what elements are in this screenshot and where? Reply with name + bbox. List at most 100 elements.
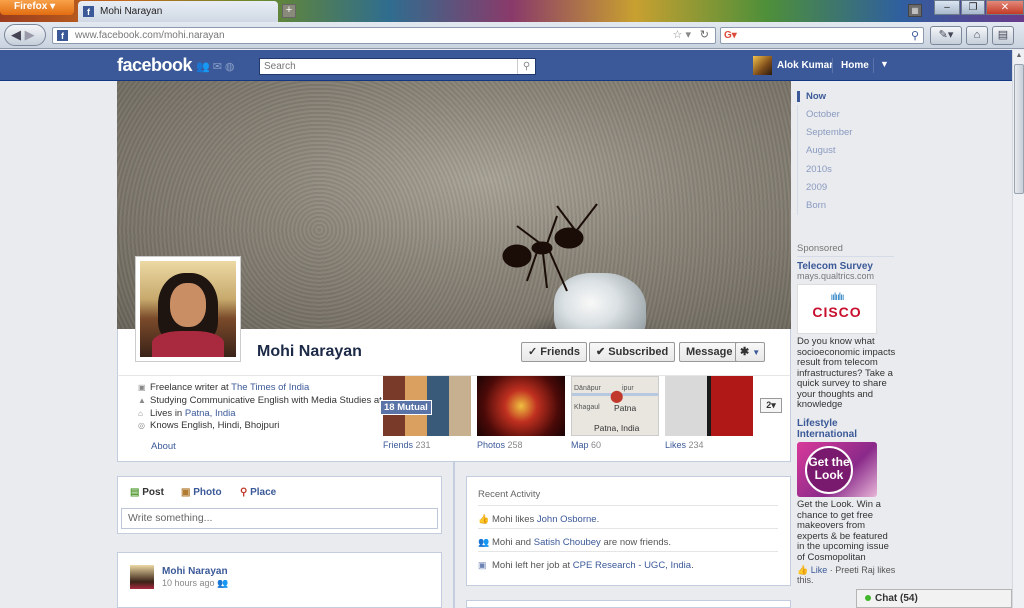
- like-thumb-icon: 👍: [797, 565, 809, 575]
- site-identity-icon: f: [57, 30, 68, 41]
- browser-tab[interactable]: f Mohi Narayan: [78, 1, 278, 22]
- recent-activity-title: Recent Activity: [478, 489, 541, 500]
- globe-icon: ◎: [138, 421, 145, 430]
- home-icon[interactable]: ⌂: [966, 26, 988, 45]
- back-arrow-icon[interactable]: ◀: [11, 27, 21, 42]
- timeline-nav-item[interactable]: 2009: [806, 182, 827, 193]
- map-pin-icon: ⬤: [610, 389, 624, 403]
- search-icon[interactable]: ⚲: [911, 29, 919, 42]
- mutual-friends-badge[interactable]: 18 Mutual: [380, 400, 432, 415]
- addon-pencil-button[interactable]: ✎▾: [930, 26, 962, 45]
- place-pin-icon: ⚲: [240, 487, 248, 498]
- story-timestamp[interactable]: 10 hours ago 👥: [162, 578, 228, 589]
- timeline-nav-item[interactable]: August: [806, 145, 836, 156]
- minimize-button[interactable]: –: [934, 0, 960, 15]
- timeline-spine: [453, 462, 455, 608]
- map-tile[interactable]: Dānāpur ipur Khagaul Patna ⬤ Patna, Indi…: [571, 376, 659, 436]
- timeline-nav-item[interactable]: 2010s: [806, 164, 832, 175]
- likes-tile[interactable]: [665, 376, 753, 436]
- ant-image: [502, 203, 598, 292]
- timeline-story: Mohi Narayan 10 hours ago 👥: [117, 552, 442, 608]
- more-tiles-button[interactable]: 2▾: [760, 398, 782, 413]
- notifications-globe-icon[interactable]: ◍: [225, 61, 238, 73]
- subscribed-button[interactable]: ✔ Subscribed: [589, 342, 676, 362]
- composer-tab-place[interactable]: ⚲ Place: [240, 487, 276, 498]
- scroll-up-icon[interactable]: ▲: [1014, 52, 1024, 62]
- page-scrollbar[interactable]: ▲: [1012, 50, 1024, 608]
- firefox-menu-button[interactable]: Firefox ▾: [0, 0, 74, 15]
- scroll-thumb[interactable]: [1014, 64, 1024, 194]
- likes-tile-label[interactable]: Likes 234: [665, 440, 704, 450]
- message-button[interactable]: Message: [679, 342, 740, 362]
- info-study: ▲ Studying Communicative English with Med…: [138, 395, 393, 406]
- graduation-cap-icon: ▲: [138, 396, 146, 405]
- activity-link[interactable]: John Osborne: [537, 514, 597, 525]
- fb-search-icon[interactable]: ⚲: [517, 59, 535, 74]
- activity-link[interactable]: Satish Choubey: [534, 537, 601, 548]
- map-tile-label[interactable]: Map 60: [571, 440, 601, 450]
- get-the-look-ad-image[interactable]: Get the Look: [797, 442, 877, 497]
- friends-tile-label[interactable]: Friends 231: [383, 440, 431, 450]
- timeline-nav-now[interactable]: Now: [797, 91, 826, 102]
- settings-gear-button[interactable]: ✱ ▼: [735, 342, 766, 362]
- timeline-nav-item[interactable]: September: [806, 127, 852, 138]
- search-engine-box[interactable]: G▾ ⚲: [720, 27, 924, 44]
- list-tabs-icon[interactable]: ▦: [908, 4, 922, 17]
- city-link[interactable]: Patna, India: [185, 408, 236, 419]
- ad-social-context: 👍 Like · Preeti Raj likes this.: [797, 565, 896, 585]
- timeline-nav-item[interactable]: October: [806, 109, 840, 120]
- gear-icon: ✱: [740, 346, 750, 358]
- employer-link[interactable]: The Times of India: [231, 382, 309, 393]
- user-name-link[interactable]: Alok Kumar: [777, 60, 833, 71]
- story-author-avatar[interactable]: [130, 565, 154, 589]
- ad-like-link[interactable]: Like: [811, 565, 828, 575]
- cisco-ad-image[interactable]: ıılıılıı CISCO: [797, 284, 877, 334]
- ad-title[interactable]: Lifestyle International: [797, 418, 897, 440]
- bookmark-star-icon[interactable]: ☆ ▾: [673, 28, 691, 41]
- post-icon: ▤: [130, 487, 140, 498]
- composer-tab-photo[interactable]: ▣ Photo: [181, 487, 222, 498]
- user-avatar[interactable]: [753, 56, 772, 75]
- ad-domain[interactable]: mays.qualtrics.com: [797, 271, 874, 281]
- cisco-logo-bars-icon: ıılıılıı: [830, 292, 844, 303]
- tab-title: Mohi Narayan: [100, 6, 163, 17]
- messages-icon[interactable]: ✉: [213, 61, 225, 73]
- composer-input[interactable]: Write something...: [121, 508, 438, 529]
- audience-friends-icon: 👥: [217, 578, 229, 588]
- story-author-name[interactable]: Mohi Narayan: [162, 566, 228, 577]
- chat-bar[interactable]: Chat (54): [856, 589, 1012, 608]
- facebook-logo[interactable]: facebook: [117, 55, 193, 76]
- friends-button[interactable]: ✓ Friends: [521, 342, 588, 362]
- ad-body-text[interactable]: Do you know what socioeconomic impacts r…: [797, 336, 897, 411]
- url-bar[interactable]: f www.facebook.com/mohi.narayan ☆ ▾ ↻: [52, 27, 716, 44]
- about-link[interactable]: About: [151, 441, 176, 452]
- fb-search-input[interactable]: Search ⚲: [259, 58, 536, 75]
- activity-link[interactable]: CPE Research - UGC, India: [573, 560, 691, 571]
- google-icon[interactable]: G▾: [724, 30, 737, 41]
- account-menu-caret-icon[interactable]: ▼: [880, 59, 889, 69]
- menu-icon[interactable]: ▤: [992, 26, 1014, 45]
- briefcase-icon: ▣: [478, 560, 487, 570]
- profile-picture[interactable]: [135, 256, 241, 362]
- activity-item: ▣ Mohi left her job at CPE Research - UGC…: [478, 560, 694, 571]
- ad-body-text[interactable]: Get the Look. Win a chance to get free m…: [797, 499, 897, 563]
- photos-tile[interactable]: [477, 376, 565, 436]
- next-timeline-box: [466, 600, 791, 608]
- info-work: ▣ Freelance writer at The Times of India: [138, 382, 310, 393]
- notification-jewels[interactable]: 👥✉◍: [196, 60, 238, 73]
- home-link[interactable]: Home: [841, 60, 869, 71]
- close-window-button[interactable]: ✕: [986, 0, 1024, 15]
- new-tab-button[interactable]: +: [282, 4, 296, 18]
- composer-tab-post[interactable]: ▤ Post: [130, 487, 164, 498]
- profile-name[interactable]: Mohi Narayan: [257, 343, 362, 361]
- reload-icon[interactable]: ↻: [700, 28, 709, 41]
- back-forward-buttons[interactable]: ◀ ▶: [4, 24, 46, 46]
- header-divider: [873, 58, 874, 73]
- photos-tile-label[interactable]: Photos 258: [477, 440, 523, 450]
- checkmark-icon: ✓: [528, 346, 538, 358]
- friend-requests-icon[interactable]: 👥: [196, 61, 213, 73]
- forward-arrow-icon[interactable]: ▶: [25, 27, 35, 42]
- timeline-nav-item[interactable]: Born: [806, 200, 826, 211]
- maximize-button[interactable]: ❐: [961, 0, 985, 15]
- house-icon: ⌂: [138, 409, 143, 418]
